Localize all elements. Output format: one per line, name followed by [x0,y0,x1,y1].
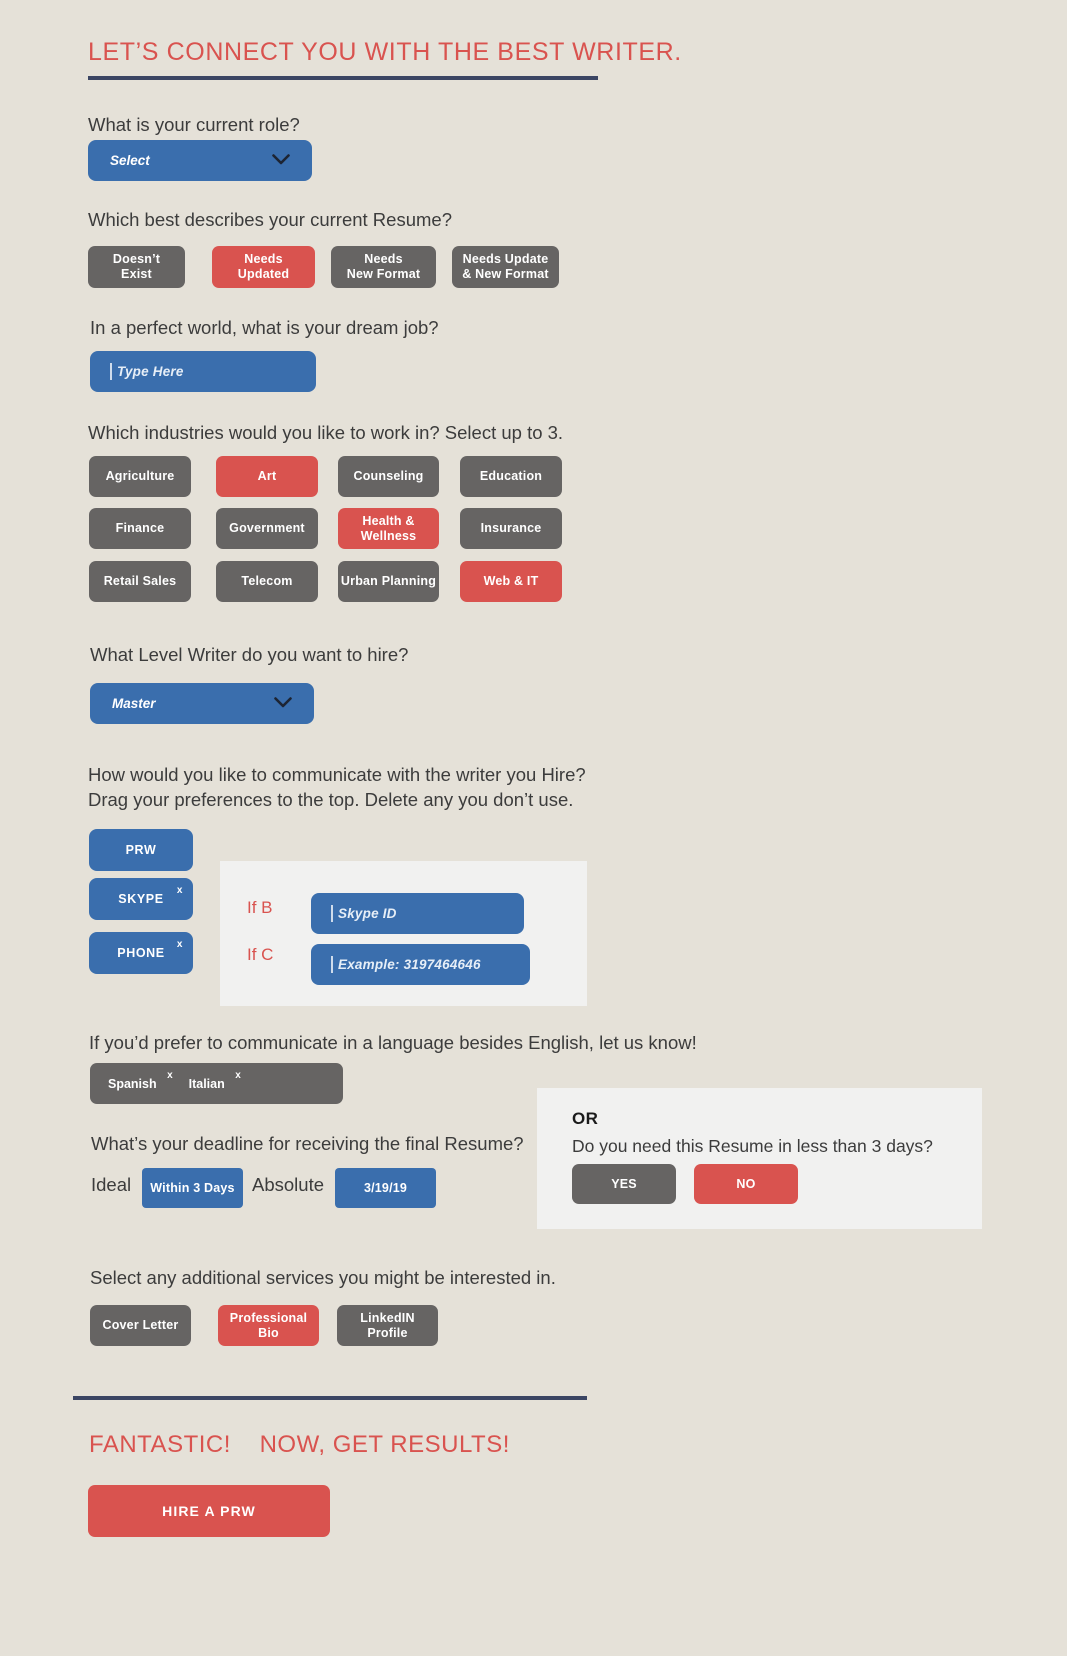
dream-job-placeholder: Type Here [117,364,184,379]
writer-level-select[interactable]: Master [90,683,314,724]
text-caret [331,956,333,973]
deadline-absolute-label: Absolute [252,1174,324,1195]
rush-panel: OR Do you need this Resume in less than … [537,1088,982,1229]
text-caret [110,363,112,380]
rush-no-button[interactable]: NO [694,1164,798,1204]
hire-a-prw-button[interactable]: HIRE A PRW [88,1485,330,1537]
communication-question: How would you like to communicate with t… [88,764,586,810]
additional-service-option-0[interactable]: Cover Letter [90,1305,191,1346]
phone-number-input[interactable]: Example: 3197464646 [311,944,530,985]
dream-job-question: In a perfect world, what is your dream j… [90,317,439,338]
skype-id-placeholder: Skype ID [338,906,397,921]
header-divider [88,76,598,80]
communication-item-label: PHONE [117,946,165,960]
dream-job-input[interactable]: Type Here [90,351,316,392]
conditional-tag-b: If B [247,898,273,917]
skype-id-input[interactable]: Skype ID [311,893,524,934]
language-tag-italian[interactable]: Italian x [188,1070,241,1091]
language-tags-box[interactable]: Spanish x Italian x [90,1063,343,1104]
additional-services-question: Select any additional services you might… [90,1267,556,1288]
form-page: LET’S CONNECT YOU WITH THE BEST WRITER. … [0,0,1067,1656]
industry-option-6[interactable]: Health & Wellness [338,508,439,549]
footer-title: FANTASTIC! NOW, GET RESULTS! [89,1431,510,1458]
language-tag-spanish[interactable]: Spanish x [108,1070,173,1091]
remove-icon[interactable]: x [235,1070,241,1081]
resume-state-question: Which best describes your current Resume… [88,209,452,230]
writer-level-question: What Level Writer do you want to hire? [90,644,409,665]
remove-icon[interactable]: x [177,939,183,950]
industry-option-10[interactable]: Urban Planning [338,561,439,602]
conditional-tag-c: If C [247,945,274,964]
industry-option-1[interactable]: Art [216,456,318,497]
industry-option-0[interactable]: Agriculture [89,456,191,497]
chevron-down-icon [272,152,290,170]
text-caret [331,905,333,922]
page-title: LET’S CONNECT YOU WITH THE BEST WRITER. [88,38,682,66]
additional-service-option-1[interactable]: Professional Bio [218,1305,319,1346]
industry-option-11[interactable]: Web & IT [460,561,562,602]
remove-icon[interactable]: x [167,1070,173,1081]
current-role-select[interactable]: Select [88,140,312,181]
rush-question: Do you need this Resume in less than 3 d… [572,1136,933,1156]
industry-option-9[interactable]: Telecom [216,561,318,602]
communication-item-label: PRW [125,843,157,857]
industry-option-3[interactable]: Education [460,456,562,497]
deadline-question: What’s your deadline for receiving the f… [91,1133,524,1154]
additional-service-option-2[interactable]: LinkedIN Profile [337,1305,438,1346]
deadline-ideal-value[interactable]: Within 3 Days [142,1168,243,1208]
communication-item-prw[interactable]: PRW [89,829,193,871]
chevron-down-icon [274,695,292,713]
deadline-ideal-label: Ideal [91,1174,132,1195]
footer-divider [73,1396,587,1400]
industry-option-2[interactable]: Counseling [338,456,439,497]
current-role-select-value: Select [110,153,150,168]
phone-number-placeholder: Example: 3197464646 [338,957,481,972]
resume-state-option-1[interactable]: Needs Updated [212,246,315,288]
resume-state-option-0[interactable]: Doesn’t Exist [88,246,185,288]
industry-option-7[interactable]: Insurance [460,508,562,549]
current-role-question: What is your current role? [88,114,300,135]
industry-option-8[interactable]: Retail Sales [89,561,191,602]
industry-option-5[interactable]: Government [216,508,318,549]
language-tag-label: Italian [188,1076,225,1091]
rush-yes-button[interactable]: YES [572,1164,676,1204]
or-label: OR [572,1109,599,1128]
industries-question: Which industries would you like to work … [88,422,564,443]
industry-option-4[interactable]: Finance [89,508,191,549]
language-tag-label: Spanish [108,1076,157,1091]
communication-item-skype[interactable]: SKYPE x [89,878,193,920]
deadline-absolute-value[interactable]: 3/19/19 [335,1168,436,1208]
remove-icon[interactable]: x [177,885,183,896]
writer-level-select-value: Master [112,696,156,711]
communication-item-phone[interactable]: PHONE x [89,932,193,974]
resume-state-option-2[interactable]: Needs New Format [331,246,436,288]
communication-item-label: SKYPE [118,892,164,906]
language-question: If you’d prefer to communicate in a lang… [89,1032,697,1053]
resume-state-option-3[interactable]: Needs Update & New Format [452,246,559,288]
